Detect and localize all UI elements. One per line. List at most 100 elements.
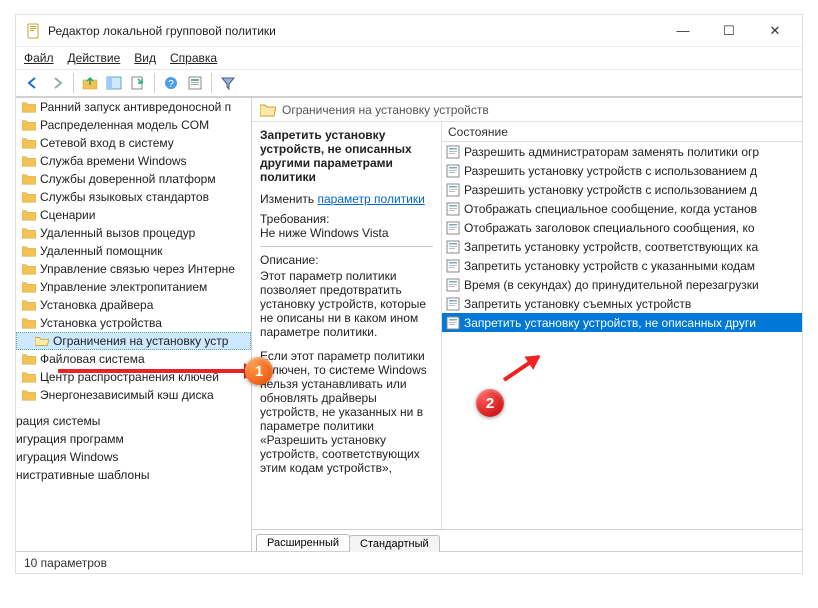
policy-list-item[interactable]: Разрешить установку устройств с использо… — [442, 180, 802, 199]
tree-item-label: Ограничения на установку устр — [53, 334, 228, 348]
requirements-label: Требования: — [260, 212, 433, 226]
annotation-arrow-1 — [58, 369, 256, 373]
content-area: Ранний запуск антивредоносной п Распредел… — [16, 97, 802, 551]
status-text: 10 параметров — [24, 556, 107, 570]
description-p1: Этот параметр политики позволяет предотв… — [260, 269, 433, 339]
policy-list-item[interactable]: Разрешить установку устройств с использо… — [442, 161, 802, 180]
tree-item-label: Управление электропитанием — [40, 280, 207, 294]
tree-item-label: Службы языковых стандартов — [40, 190, 209, 204]
tree-item[interactable]: Установка устройства — [16, 314, 251, 332]
policy-list-item[interactable]: Отображать заголовок специального сообще… — [442, 218, 802, 237]
back-button[interactable] — [22, 72, 44, 94]
list-column-header[interactable]: Состояние — [442, 122, 802, 142]
toolbar: ? — [16, 69, 802, 97]
tree-item[interactable]: Службы доверенной платформ — [16, 170, 251, 188]
policy-list-item[interactable]: Запретить установку съемных устройств — [442, 294, 802, 313]
policy-item-label: Разрешить установку устройств с использо… — [464, 183, 757, 197]
tree-item[interactable]: нистративные шаблоны — [16, 466, 251, 484]
tree-item-label: Службы доверенной платформ — [40, 172, 216, 186]
menubar: Файл Действие Вид Справка — [16, 47, 802, 69]
annotation-badge-2: 2 — [476, 389, 504, 417]
close-button[interactable]: ✕ — [752, 16, 798, 46]
statusbar: 10 параметров — [16, 551, 802, 573]
tree-item-label: Служба времени Windows — [40, 154, 187, 168]
policy-item-label: Время (в секундах) до принудительной пер… — [464, 278, 759, 292]
filter-button[interactable] — [217, 72, 239, 94]
show-hide-tree-button[interactable] — [103, 72, 125, 94]
tree-item[interactable]: Служба времени Windows — [16, 152, 251, 170]
tree-item[interactable]: Сценарии — [16, 206, 251, 224]
tree-item[interactable]: Установка драйвера — [16, 296, 251, 314]
description-label: Описание: — [260, 253, 433, 267]
tree-item[interactable]: игурация программ — [16, 430, 251, 448]
tree-item-label: Удаленный вызов процедур — [40, 226, 195, 240]
right-header: Ограничения на установку устройств — [252, 98, 802, 122]
tree-item[interactable]: рация системы — [16, 412, 251, 430]
tabs-row: Расширенный Стандартный — [252, 529, 802, 551]
help-button[interactable]: ? — [160, 72, 182, 94]
tree-item-label: игурация Windows — [16, 450, 118, 464]
divider — [260, 246, 433, 247]
svg-text:?: ? — [168, 79, 174, 90]
app-window: Редактор локальной групповой политики — … — [15, 14, 803, 574]
tab-standard[interactable]: Стандартный — [349, 535, 440, 552]
policy-item-label: Запретить установку устройств, не описан… — [464, 316, 756, 330]
menu-view[interactable]: Вид — [134, 51, 156, 65]
tree-item-label: Ранний запуск антивредоносной п — [40, 100, 231, 114]
tree-item-label: Распределенная модель COM — [40, 118, 209, 132]
properties-button[interactable] — [184, 72, 206, 94]
tree-item[interactable]: Энергонезависимый кэш диска — [16, 386, 251, 404]
annotation-badge-1: 1 — [245, 357, 273, 385]
tree-item[interactable]: Удаленный помощник — [16, 242, 251, 260]
policy-item-label: Запретить установку устройств, соответст… — [464, 240, 758, 254]
policy-list-item[interactable]: Запретить установку устройств с указанны… — [442, 256, 802, 275]
tree-item-label: Сценарии — [40, 208, 95, 222]
tree-item-label: Установка устройства — [40, 316, 162, 330]
policy-item-label: Запретить установку съемных устройств — [464, 297, 691, 311]
maximize-button[interactable]: ☐ — [706, 16, 752, 46]
tree-item[interactable]: Сетевой вход в систему — [16, 134, 251, 152]
policy-list-item[interactable]: Разрешить администраторам заменять полит… — [442, 142, 802, 161]
detail-pane: Запретить установку устройств, не описан… — [252, 122, 442, 529]
right-header-title: Ограничения на установку устройств — [282, 103, 489, 117]
tree-item[interactable]: Распределенная модель COM — [16, 116, 251, 134]
tree-item[interactable]: Управление электропитанием — [16, 278, 251, 296]
app-icon — [26, 23, 42, 39]
tab-extended[interactable]: Расширенный — [256, 534, 350, 551]
minimize-button[interactable]: — — [660, 16, 706, 46]
tree-pane[interactable]: Ранний запуск антивредоносной п Распредел… — [16, 98, 252, 551]
tree-item[interactable]: игурация Windows — [16, 448, 251, 466]
titlebar: Редактор локальной групповой политики — … — [16, 15, 802, 47]
policy-item-label: Отображать специальное сообщение, когда … — [464, 202, 757, 216]
tree-item-label: Управление связью через Интерне — [40, 262, 235, 276]
policy-list-item[interactable]: Время (в секундах) до принудительной пер… — [442, 275, 802, 294]
policy-item-label: Отображать заголовок специального сообще… — [464, 221, 755, 235]
tree-item[interactable]: Файловая система — [16, 350, 251, 368]
menu-action[interactable]: Действие — [68, 51, 121, 65]
policy-list-item[interactable]: Отображать специальное сообщение, когда … — [442, 199, 802, 218]
description-p2: Если этот параметр политики включен, то … — [260, 349, 433, 475]
folder-open-icon — [260, 103, 276, 117]
export-button[interactable] — [127, 72, 149, 94]
policy-list-item[interactable]: Запретить установку устройств, соответст… — [442, 237, 802, 256]
policy-title: Запретить установку устройств, не описан… — [260, 128, 433, 184]
tree-item[interactable]: Ранний запуск антивредоносной п — [16, 98, 251, 116]
forward-button[interactable] — [46, 72, 68, 94]
right-pane: Ограничения на установку устройств Запре… — [252, 98, 802, 551]
tree-item[interactable]: Управление связью через Интерне — [16, 260, 251, 278]
tree-item-label: нистративные шаблоны — [16, 468, 149, 482]
menu-file[interactable]: Файл — [24, 51, 54, 65]
edit-policy-link[interactable]: параметр политики — [317, 192, 424, 206]
policy-list-item[interactable]: Запретить установку устройств, не описан… — [442, 313, 802, 332]
policy-item-label: Разрешить установку устройств с использо… — [464, 164, 757, 178]
up-button[interactable] — [79, 72, 101, 94]
tree-item-label: Установка драйвера — [40, 298, 153, 312]
menu-help[interactable]: Справка — [170, 51, 217, 65]
window-title: Редактор локальной групповой политики — [48, 24, 660, 38]
tree-item-label: Файловая система — [40, 352, 145, 366]
list-pane[interactable]: Состояние Разрешить администраторам заме… — [442, 122, 802, 529]
tree-item[interactable]: Удаленный вызов процедур — [16, 224, 251, 242]
edit-label: Изменить — [260, 192, 314, 206]
tree-item[interactable]: Ограничения на установку устр — [16, 332, 251, 350]
tree-item[interactable]: Службы языковых стандартов — [16, 188, 251, 206]
